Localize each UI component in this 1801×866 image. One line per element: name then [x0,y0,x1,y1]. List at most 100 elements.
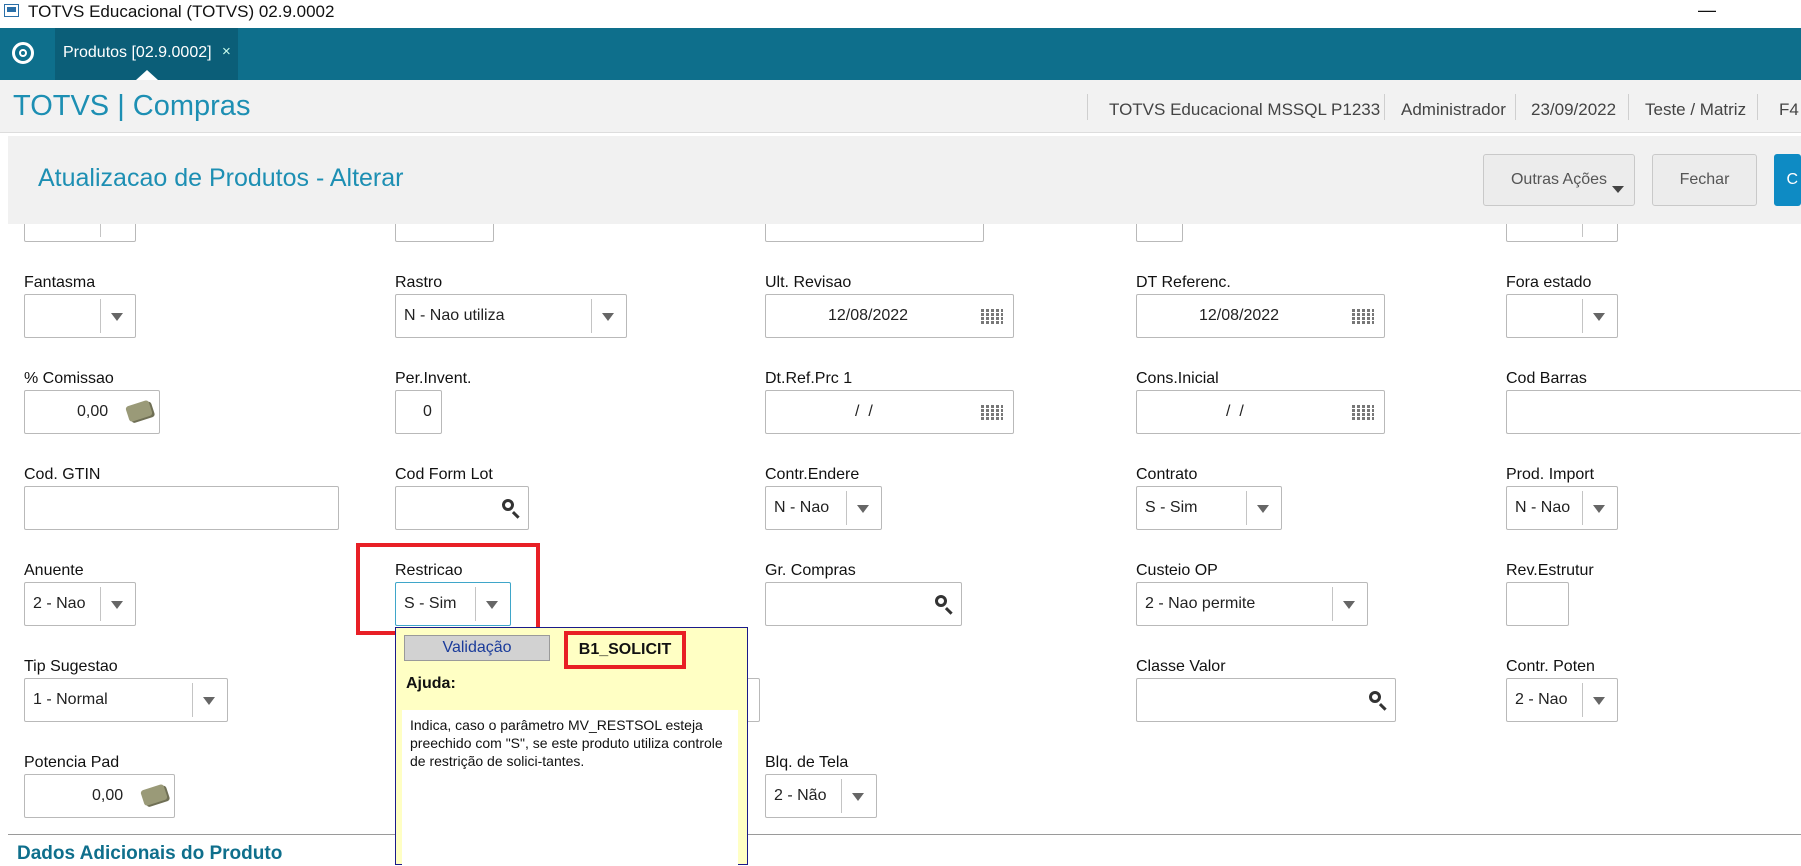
tab-produtos-label[interactable]: Produtos [02.9.0002] [63,44,212,62]
tip-sugestao-select[interactable]: 1 - Normal [24,678,228,722]
rastro-select[interactable]: N - Nao utiliza [395,294,627,338]
calendar-icon[interactable] [981,308,1003,325]
chevron-down-icon[interactable] [1257,505,1269,513]
rev-estrutur-field[interactable] [1506,582,1569,626]
per-invent-field[interactable]: 0 [395,390,442,434]
money-icon[interactable] [140,783,168,807]
anuente-label: Anuente [24,562,84,579]
tab-validacao[interactable]: Validação [404,635,550,661]
fantasma-select[interactable] [24,294,136,338]
potencia-pad-label: Potencia Pad [24,754,120,771]
fechar-button[interactable]: Fechar [1652,154,1757,206]
cons-inicial-date-field[interactable]: / / [1136,390,1385,434]
ult-revisao-date-field[interactable]: 12/08/2022 [765,294,1014,338]
outras-acoes-button[interactable]: Outras Ações [1483,154,1635,206]
dt-ref-prc1-label: Dt.Ref.Prc 1 [765,370,853,387]
anuente-select[interactable]: 2 - Nao [24,582,136,626]
contrato-value: S - Sim [1145,499,1198,516]
custeio-op-label: Custeio OP [1136,562,1218,579]
gr-compras-field[interactable] [765,582,962,626]
chevron-down-icon[interactable] [852,793,864,801]
date-info[interactable]: 23/09/2022 [1531,100,1616,120]
app-title: TOTVS | Compras [13,90,251,122]
potencia-pad-field[interactable]: 0,00 [24,774,175,818]
header-divider [1757,94,1758,120]
blq-tela-label: Blq. de Tela [765,754,849,771]
shortcut-info[interactable]: F4 [1779,100,1799,120]
blq-tela-value: 2 - Não [774,787,827,804]
header-divider [1628,94,1629,120]
cod-form-lot-field[interactable] [395,486,529,530]
page-header: Atualizacao de Produtos - Alterar Outras… [8,136,1801,224]
tab-bar: Produtos [02.9.0002] × [0,28,1801,80]
chevron-down-icon[interactable] [203,697,215,705]
chevron-down-icon[interactable] [111,601,123,609]
confirmar-label: C [1786,171,1798,188]
potencia-pad-value: 0,00 [92,787,124,804]
outras-acoes-label: Outras Ações [1510,171,1608,188]
chevron-down-icon[interactable] [1593,313,1605,321]
tip-sugestao-value: 1 - Normal [33,691,108,708]
section-divider [8,834,1801,835]
rastro-label: Rastro [395,274,443,291]
app-header: TOTVS | Compras TOTVS Educacional MSSQL … [0,80,1801,133]
cod-barras-field[interactable] [1506,390,1801,434]
header-divider [1515,94,1516,120]
chevron-down-icon[interactable] [486,601,498,609]
calendar-icon[interactable] [1352,404,1374,421]
confirmar-button[interactable]: C [1774,154,1801,206]
calendar-icon[interactable] [1352,308,1374,325]
prod-import-select[interactable]: N - Nao [1506,486,1618,530]
dt-referenc-date-field[interactable]: 12/08/2022 [1136,294,1385,338]
money-icon[interactable] [125,399,153,423]
search-icon[interactable] [1369,691,1381,703]
contrato-label: Contrato [1136,466,1198,483]
branch-info[interactable]: Teste / Matriz [1645,100,1746,120]
contr-poten-label: Contr. Poten [1506,658,1595,675]
prod-import-value: N - Nao [1515,499,1571,516]
cons-inicial-value: / / [1226,403,1244,420]
minimize-button[interactable]: — [1698,0,1716,21]
ajuda-label: Ajuda: [406,675,456,692]
fora-estado-label: Fora estado [1506,274,1592,291]
gr-compras-label: Gr. Compras [765,562,856,579]
rev-estrutur-label: Rev.Estrutur [1506,562,1594,579]
cod-form-lot-label: Cod Form Lot [395,466,493,483]
user-info[interactable]: Administrador [1401,100,1506,120]
per-invent-label: Per.Invent. [395,370,472,387]
help-text: Indica, caso o parâmetro MV_RESTSOL este… [402,710,738,866]
contr-poten-select[interactable]: 2 - Nao [1506,678,1618,722]
fora-estado-select[interactable] [1506,294,1618,338]
fantasma-label: Fantasma [24,274,96,291]
contrato-select[interactable]: S - Sim [1136,486,1282,530]
chevron-down-icon[interactable] [857,505,869,513]
search-icon[interactable] [502,499,514,511]
contr-endere-select[interactable]: N - Nao [765,486,882,530]
chevron-down-icon[interactable] [1343,601,1355,609]
classe-valor-field[interactable] [1136,678,1396,722]
contr-endere-value: N - Nao [774,499,830,516]
totvs-logo-icon[interactable] [12,42,34,64]
custeio-op-select[interactable]: 2 - Nao permite [1136,582,1368,626]
chevron-down-icon[interactable] [1593,697,1605,705]
environment-info: TOTVS Educacional MSSQL P1233 [1109,100,1381,119]
chevron-down-icon[interactable] [111,313,123,321]
dt-ref-prc1-value: / / [855,403,873,420]
field-help-popup: Validação B1_SOLICIT Ajuda: Indica, caso… [395,627,748,866]
blq-tela-select[interactable]: 2 - Não [765,774,877,818]
tab-close-icon[interactable]: × [222,43,231,60]
dt-ref-prc1-date-field[interactable]: / / [765,390,1014,434]
chevron-down-icon[interactable] [1593,505,1605,513]
contr-endere-label: Contr.Endere [765,466,860,483]
chevron-down-icon[interactable] [602,313,614,321]
fechar-label: Fechar [1679,171,1730,188]
chevron-down-icon [1612,186,1624,193]
calendar-icon[interactable] [981,404,1003,421]
restricao-select[interactable]: S - Sim [395,582,511,626]
restricao-label: Restricao [395,562,463,579]
cod-gtin-field[interactable] [24,486,339,530]
active-tab-caret-icon [136,70,158,80]
search-icon[interactable] [935,595,947,607]
comissao-field[interactable]: 0,00 [24,390,160,434]
tab-field-name[interactable]: B1_SOLICIT [564,631,686,669]
